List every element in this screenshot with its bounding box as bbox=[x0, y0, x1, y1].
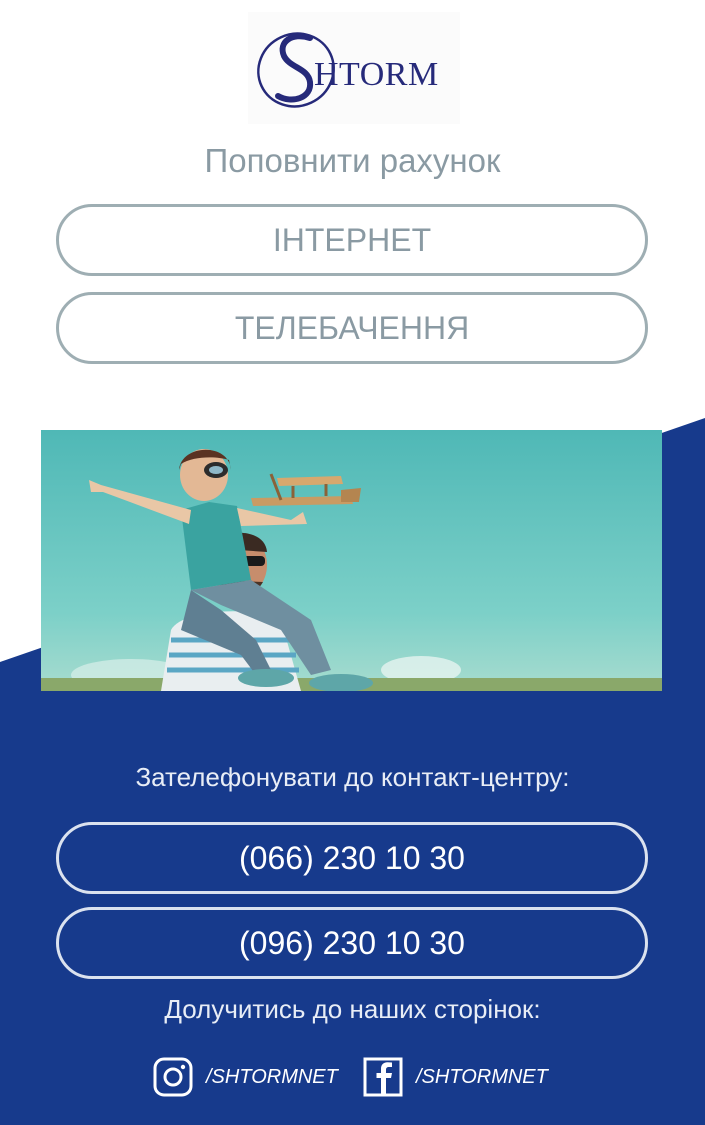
internet-button-label: ІНТЕРНЕТ bbox=[272, 221, 432, 258]
facebook-icon bbox=[363, 1057, 403, 1097]
internet-button[interactable]: ІНТЕРНЕТ bbox=[56, 204, 648, 276]
phone-066-label: (066) 230 10 30 bbox=[239, 839, 465, 876]
tv-button[interactable]: ТЕЛЕБАЧЕННЯ bbox=[56, 292, 648, 364]
social-title: Долучитись до наших сторінок: bbox=[164, 994, 541, 1024]
facebook-handle: /SHTORMNET bbox=[416, 1065, 548, 1088]
logo-text: HTORM bbox=[314, 56, 439, 93]
tv-button-label: ТЕЛЕБАЧЕННЯ bbox=[234, 309, 470, 346]
shtorm-logo: HTORM bbox=[248, 12, 460, 124]
phone-066-button[interactable]: (066) 230 10 30 bbox=[56, 822, 648, 894]
instagram-handle: /SHTORMNET bbox=[206, 1065, 338, 1088]
instagram-link[interactable]: /SHTORMNET bbox=[152, 1055, 338, 1099]
phone-096-label: (096) 230 10 30 bbox=[239, 924, 465, 961]
contact-center-title: Зателефонувати до контакт-центру: bbox=[135, 762, 570, 792]
instagram-icon bbox=[153, 1057, 193, 1097]
facebook-link[interactable]: /SHTORMNET bbox=[362, 1055, 548, 1099]
hero-photo bbox=[41, 430, 662, 691]
top-up-title: Поповнити рахунок bbox=[204, 142, 501, 179]
phone-096-button[interactable]: (096) 230 10 30 bbox=[56, 907, 648, 979]
